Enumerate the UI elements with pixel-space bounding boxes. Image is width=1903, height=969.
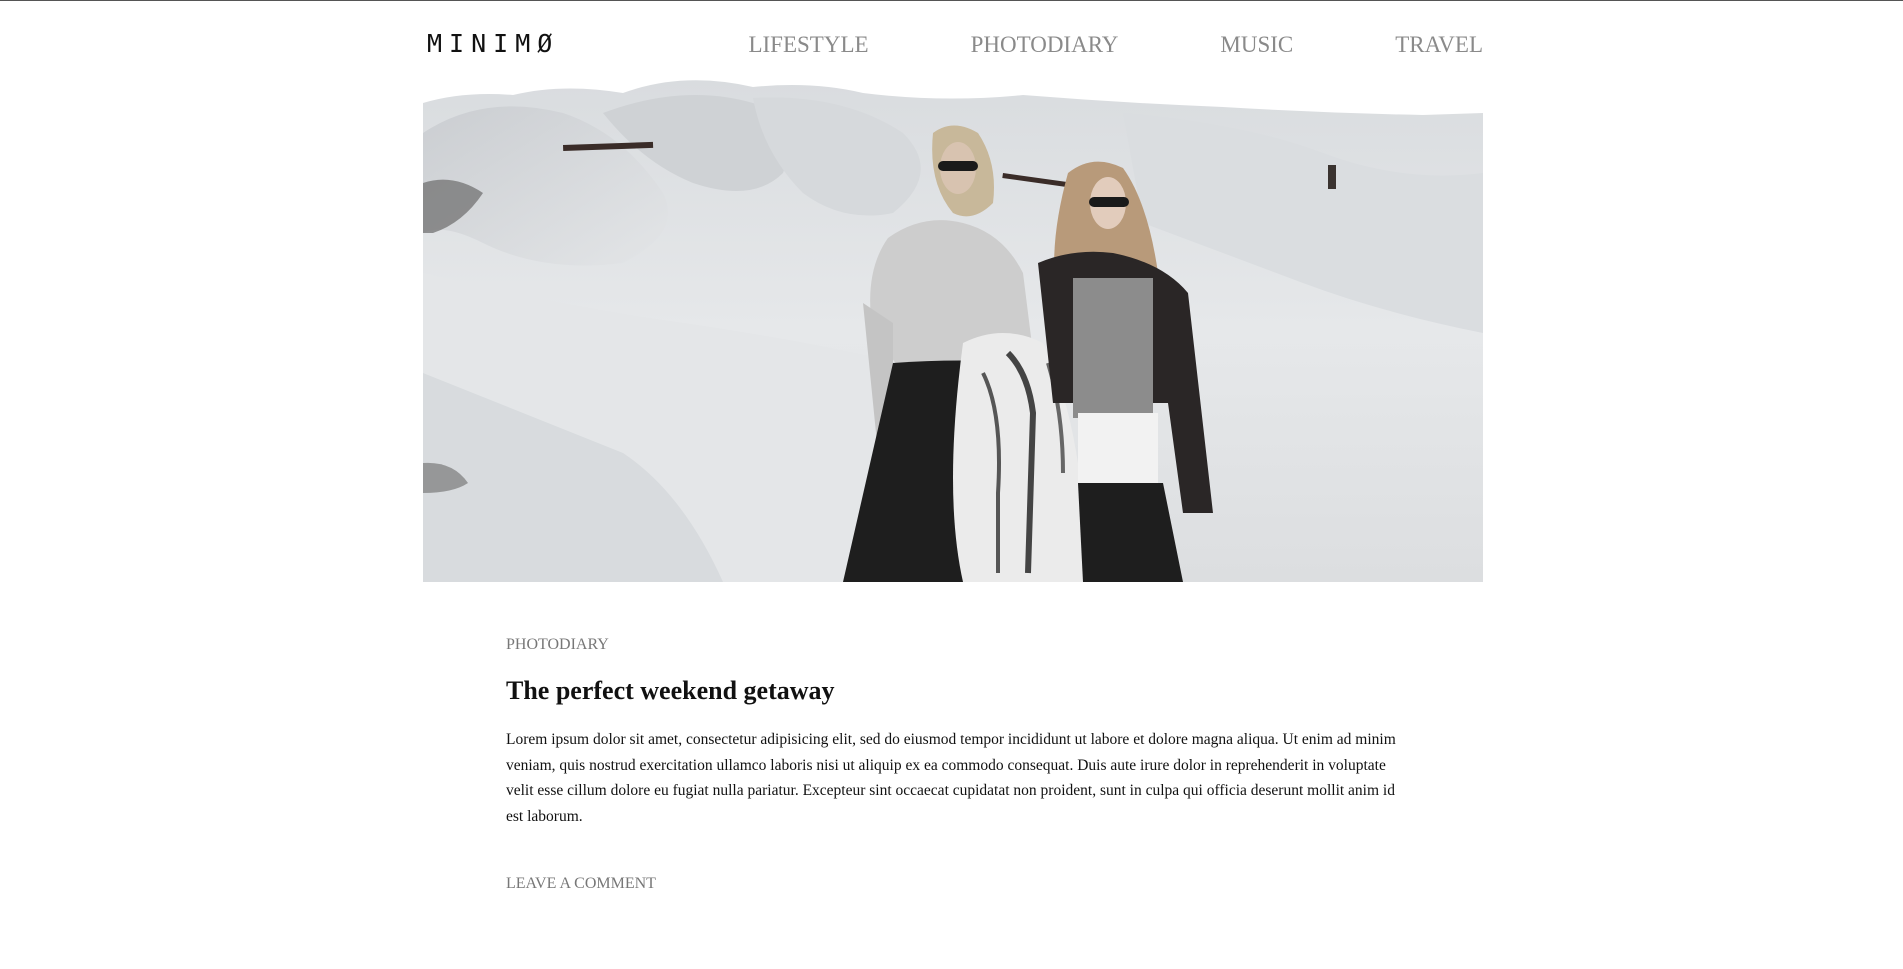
nav-item-lifestyle[interactable]: LIFESTYLE (748, 30, 868, 60)
hero-photo-illustration (423, 73, 1483, 582)
post-body: Lorem ipsum dolor sit amet, consectetur … (506, 731, 1396, 825)
nav-item-travel[interactable]: TRAVEL (1395, 30, 1483, 60)
leave-comment-link[interactable]: LEAVE A COMMENT (506, 874, 656, 894)
site-header: MINIMØ LIFESTYLE PHOTODIARY MUSIC TRAVEL (423, 26, 1483, 66)
top-border (0, 0, 1903, 1)
main-nav: LIFESTYLE PHOTODIARY MUSIC TRAVEL (748, 30, 1483, 60)
blog-post: PHOTODIARY The perfect weekend getaway L… (506, 635, 1406, 894)
hero-image[interactable] (423, 73, 1483, 582)
nav-item-music[interactable]: MUSIC (1220, 30, 1293, 60)
nav-item-photodiary[interactable]: PHOTODIARY (971, 30, 1119, 60)
post-category-link[interactable]: PHOTODIARY (506, 636, 609, 653)
site-logo[interactable]: MINIMØ (427, 28, 559, 60)
post-title[interactable]: The perfect weekend getaway (506, 675, 1406, 707)
